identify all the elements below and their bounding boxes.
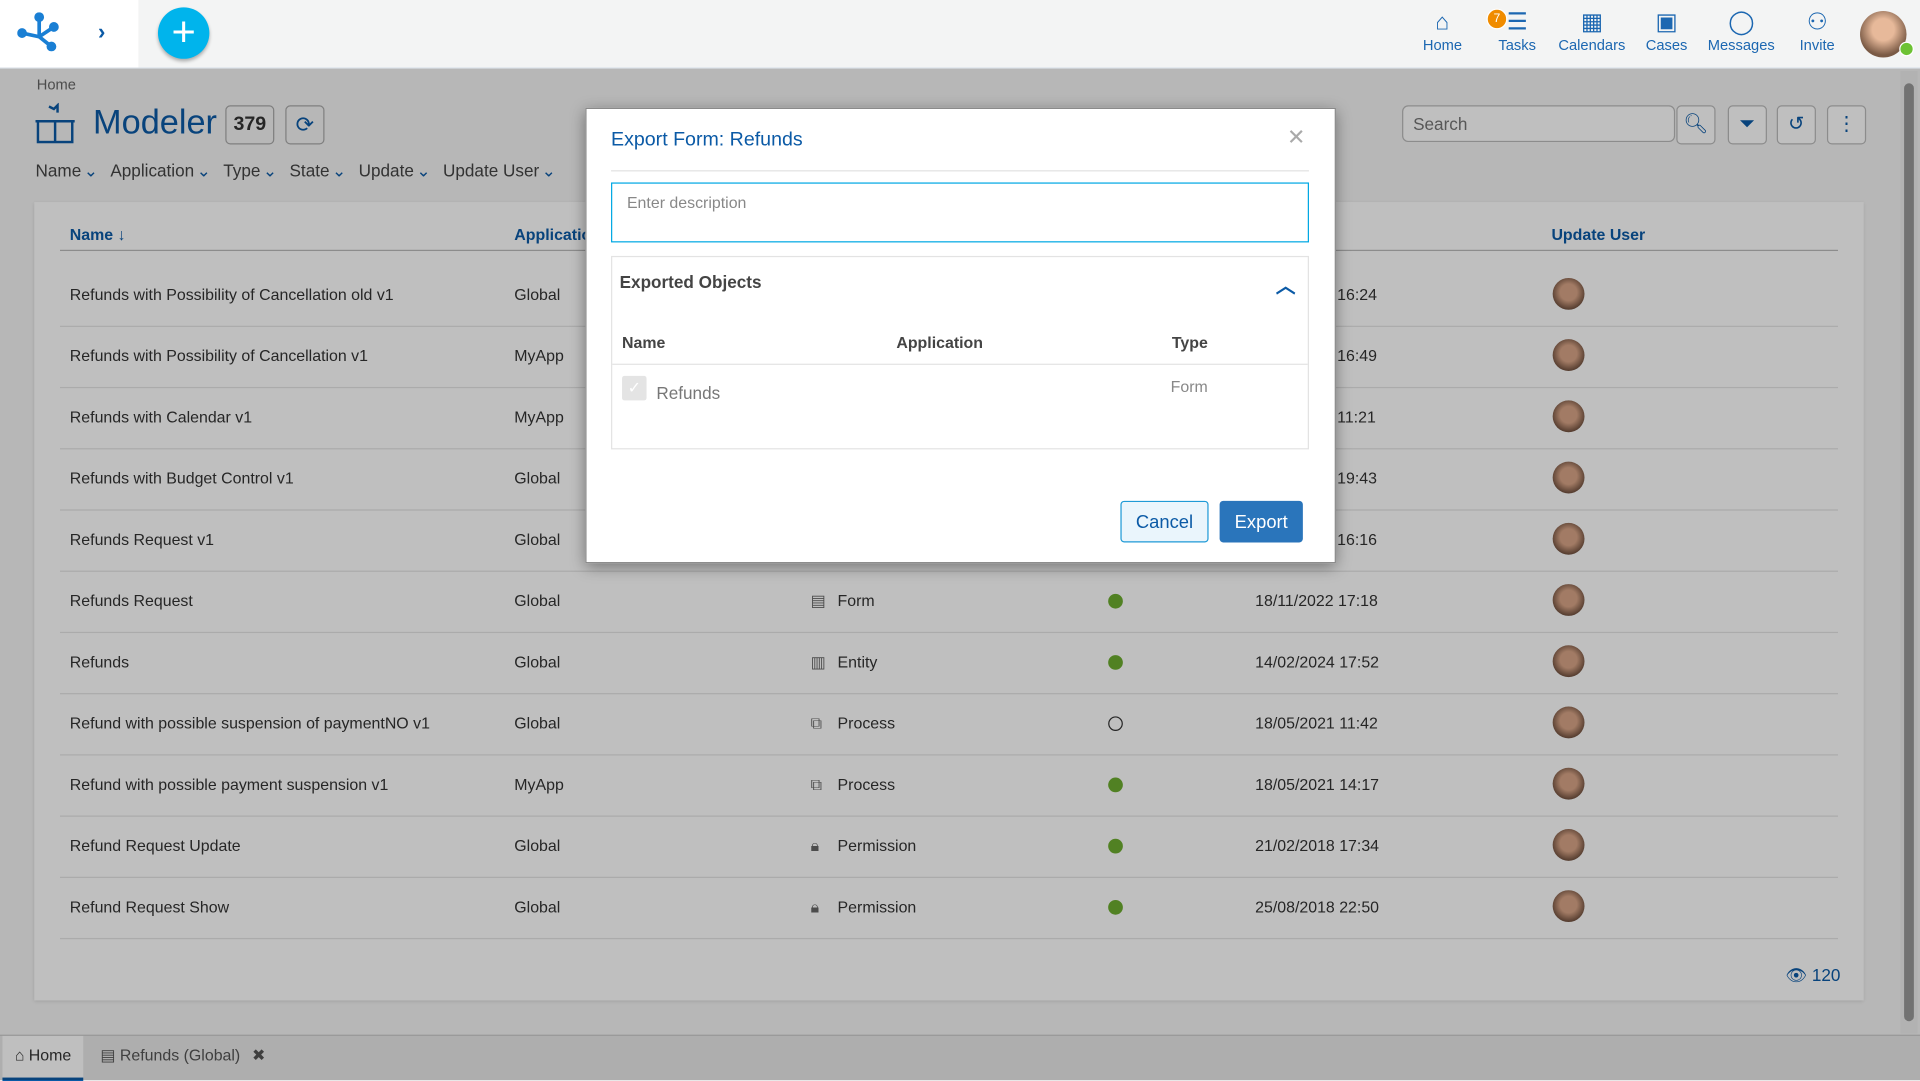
- divider: [612, 363, 1308, 365]
- nav-messages[interactable]: ◯ Messages: [1705, 10, 1778, 54]
- col-type: Type: [1171, 333, 1208, 352]
- logo-area: ›: [0, 0, 139, 68]
- invite-icon: ⚇: [1806, 9, 1828, 36]
- nav-label: Cases: [1645, 36, 1688, 54]
- expand-chevron-icon[interactable]: ›: [98, 20, 105, 46]
- nav-tasks[interactable]: ☰ 7 Tasks: [1480, 8, 1553, 54]
- chevron-up-icon[interactable]: ︿: [1276, 269, 1296, 298]
- home-icon: ⌂: [1435, 9, 1450, 36]
- exported-objects-panel: Exported Objects ︿ Name Application Type…: [611, 255, 1309, 450]
- export-button[interactable]: Export: [1219, 500, 1303, 543]
- cancel-button[interactable]: Cancel: [1120, 500, 1209, 543]
- export-dialog: Export Form: Refunds ✕ Exported Objects …: [585, 107, 1336, 564]
- calendar-icon: ▦: [1580, 9, 1603, 36]
- divider: [611, 170, 1309, 172]
- nav-label: Calendars: [1558, 36, 1626, 54]
- top-bar: › + ⌂ Home ☰ 7 Tasks ▦ Calendars ▣ Cases ◯ Mes…: [0, 0, 1920, 69]
- col-application: Application: [896, 333, 984, 352]
- nav-label: Tasks: [1498, 36, 1536, 54]
- nav-home[interactable]: ⌂ Home: [1406, 10, 1479, 54]
- nav-calendars[interactable]: ▦ Calendars: [1555, 10, 1628, 54]
- nav-cases[interactable]: ▣ Cases: [1630, 10, 1703, 54]
- panel-title: Exported Objects: [619, 271, 762, 292]
- message-icon: ◯: [1728, 9, 1755, 36]
- dialog-title: Export Form: Refunds: [611, 129, 803, 151]
- app-root: › + ⌂ Home ☰ 7 Tasks ▦ Calendars ▣ Cases ◯ Mes…: [0, 0, 1920, 1081]
- col-name: Name: [622, 333, 666, 352]
- online-status-icon: [1899, 41, 1914, 57]
- tasks-badge: 7: [1486, 8, 1508, 30]
- nav-invite[interactable]: ⚇ Invite: [1780, 10, 1853, 54]
- nav-label: Messages: [1707, 36, 1775, 54]
- nav-label: Home: [1422, 36, 1463, 54]
- tasks-icon: ☰ 7: [1480, 8, 1553, 37]
- briefcase-icon: ▣: [1655, 9, 1678, 36]
- object-checkbox[interactable]: ✓: [622, 375, 647, 401]
- object-type: Form: [1170, 377, 1208, 396]
- logo-icon[interactable]: [17, 12, 61, 52]
- close-icon[interactable]: ✕: [1287, 125, 1305, 151]
- description-input[interactable]: [611, 182, 1309, 243]
- object-name: Refunds: [656, 383, 721, 403]
- add-button[interactable]: +: [157, 7, 210, 59]
- nav-label: Invite: [1799, 36, 1835, 54]
